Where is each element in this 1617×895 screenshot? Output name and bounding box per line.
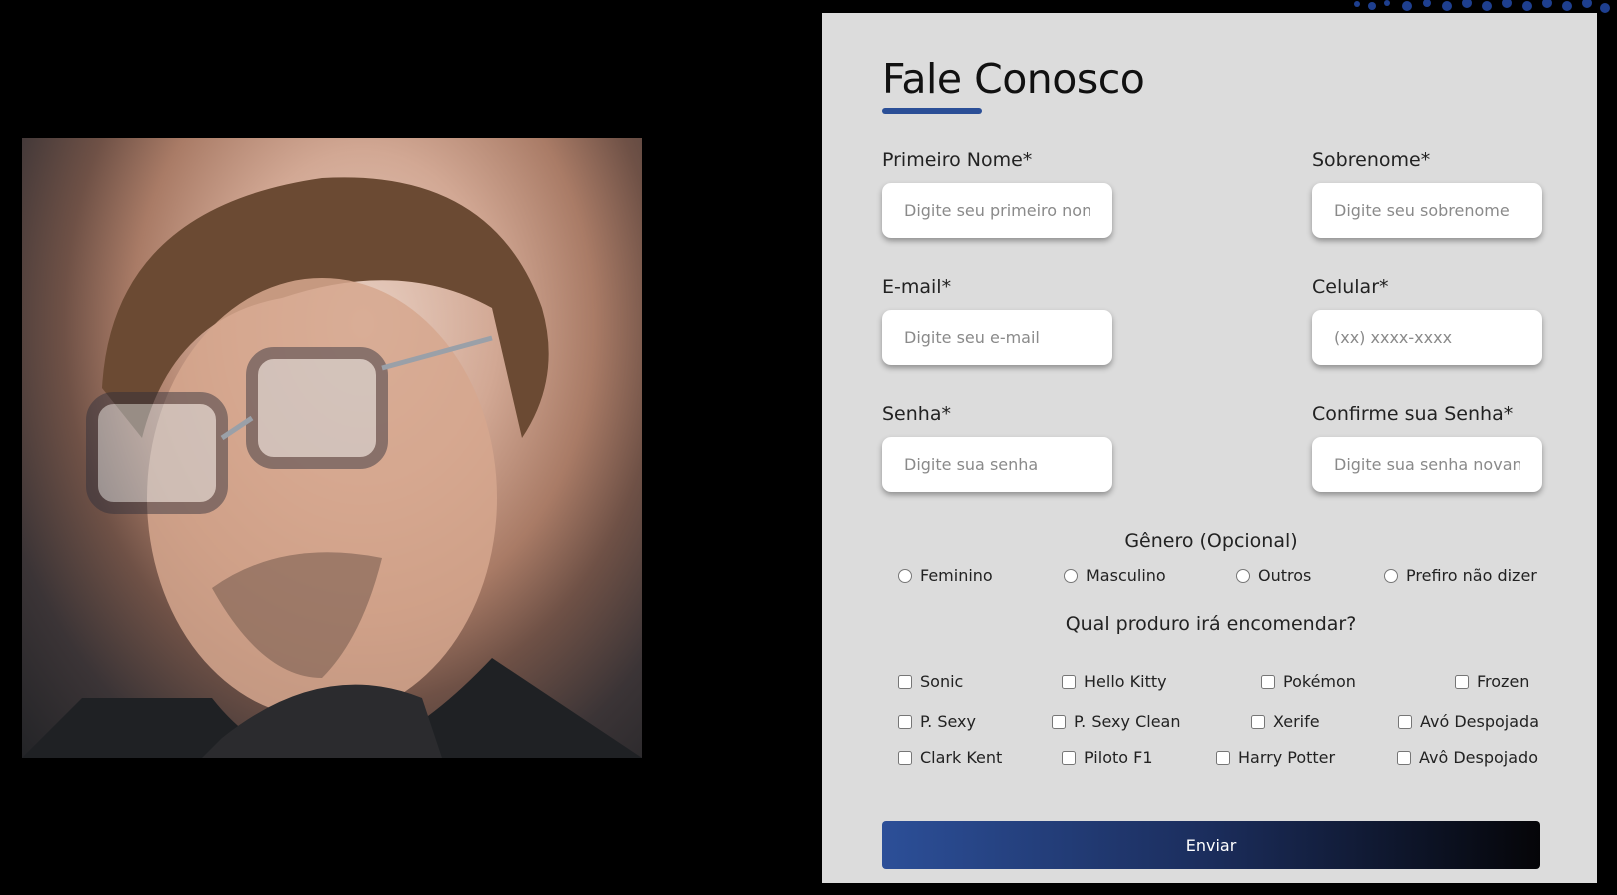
email-input[interactable] [882, 310, 1112, 365]
last-name-input[interactable] [1312, 183, 1542, 238]
gender-radio[interactable] [1236, 568, 1250, 583]
products-title: Qual produro irá encomendar? [1065, 613, 1357, 635]
password-input[interactable] [882, 437, 1112, 492]
product-option-label: P. Sexy Clean [1074, 712, 1181, 731]
product-checkbox[interactable] [898, 674, 912, 689]
product-option[interactable]: Avô Despojado [1397, 748, 1538, 767]
product-checkbox[interactable] [898, 714, 912, 729]
product-option[interactable]: Piloto F1 [1062, 748, 1153, 767]
gender-option-label: Prefiro não dizer [1406, 566, 1537, 585]
product-option[interactable]: Frozen [1455, 672, 1529, 691]
product-option-label: Frozen [1477, 672, 1530, 691]
product-option-label: Avó Despojada [1420, 712, 1540, 731]
product-option[interactable]: Clark Kent [898, 748, 1002, 767]
product-checkbox[interactable] [1397, 750, 1411, 765]
gender-option-outros[interactable]: Outros [1236, 566, 1311, 585]
product-option[interactable]: Avó Despojada [1398, 712, 1539, 731]
password-group: Senha* [882, 403, 1112, 492]
title-underline [882, 108, 982, 114]
first-name-input[interactable] [882, 183, 1112, 238]
contact-form-card: Fale Conosco Primeiro Nome* Sobrenome* E… [822, 13, 1597, 883]
password-label: Senha* [882, 403, 951, 425]
product-option[interactable]: Harry Potter [1216, 748, 1335, 767]
product-checkbox[interactable] [898, 750, 912, 765]
gender-radio[interactable] [1064, 568, 1078, 583]
gender-option-label: Masculino [1086, 566, 1166, 585]
phone-label: Celular* [1312, 276, 1389, 298]
password-confirm-label: Confirme sua Senha* [1312, 403, 1514, 425]
password-confirm-input[interactable] [1312, 437, 1542, 492]
product-option[interactable]: Pokémon [1261, 672, 1356, 691]
last-name-label: Sobrenome* [1312, 149, 1431, 171]
portrait-photo [22, 138, 642, 758]
product-option-label: Harry Potter [1238, 748, 1336, 767]
phone-input[interactable] [1312, 310, 1542, 365]
gender-option-feminino[interactable]: Feminino [898, 566, 993, 585]
product-option-label: Sonic [920, 672, 964, 691]
product-option[interactable]: Sonic [898, 672, 963, 691]
product-checkbox[interactable] [1261, 674, 1275, 689]
gender-option-masculino[interactable]: Masculino [1064, 566, 1166, 585]
product-option[interactable]: P. Sexy [898, 712, 976, 731]
product-checkbox[interactable] [1251, 714, 1265, 729]
product-checkbox[interactable] [1216, 750, 1230, 765]
product-option-label: Xerife [1273, 712, 1320, 731]
submit-button[interactable]: Enviar [882, 821, 1540, 869]
product-checkbox[interactable] [1062, 750, 1076, 765]
product-option[interactable]: Xerife [1251, 712, 1320, 731]
product-checkbox[interactable] [1455, 674, 1469, 689]
phone-group: Celular* [1312, 276, 1542, 365]
gender-radio[interactable] [1384, 568, 1398, 583]
email-group: E-mail* [882, 276, 1112, 365]
product-option-label: Avô Despojado [1419, 748, 1538, 767]
gender-option-prefiro-nao-dizer[interactable]: Prefiro não dizer [1384, 566, 1537, 585]
password-confirm-group: Confirme sua Senha* [1312, 403, 1542, 492]
email-label: E-mail* [882, 276, 952, 298]
product-checkbox[interactable] [1398, 714, 1412, 729]
first-name-group: Primeiro Nome* [882, 149, 1112, 238]
product-option-label: Clark Kent [920, 748, 1003, 767]
decorative-dots [1354, 0, 1610, 13]
gender-radio[interactable] [898, 568, 912, 583]
first-name-label: Primeiro Nome* [882, 149, 1033, 171]
form-title: Fale Conosco [882, 55, 1145, 103]
product-option[interactable]: Hello Kitty [1062, 672, 1167, 691]
product-checkbox[interactable] [1062, 674, 1076, 689]
product-option-label: Hello Kitty [1084, 672, 1167, 691]
product-option[interactable]: P. Sexy Clean [1052, 712, 1180, 731]
product-option-label: P. Sexy [920, 712, 976, 731]
gender-title: Gênero (Opcional) [1124, 530, 1298, 552]
product-checkbox[interactable] [1052, 714, 1066, 729]
product-option-label: Pokémon [1283, 672, 1356, 691]
gender-option-label: Feminino [920, 566, 993, 585]
last-name-group: Sobrenome* [1312, 149, 1542, 238]
product-option-label: Piloto F1 [1084, 748, 1153, 767]
gender-option-label: Outros [1258, 566, 1312, 585]
